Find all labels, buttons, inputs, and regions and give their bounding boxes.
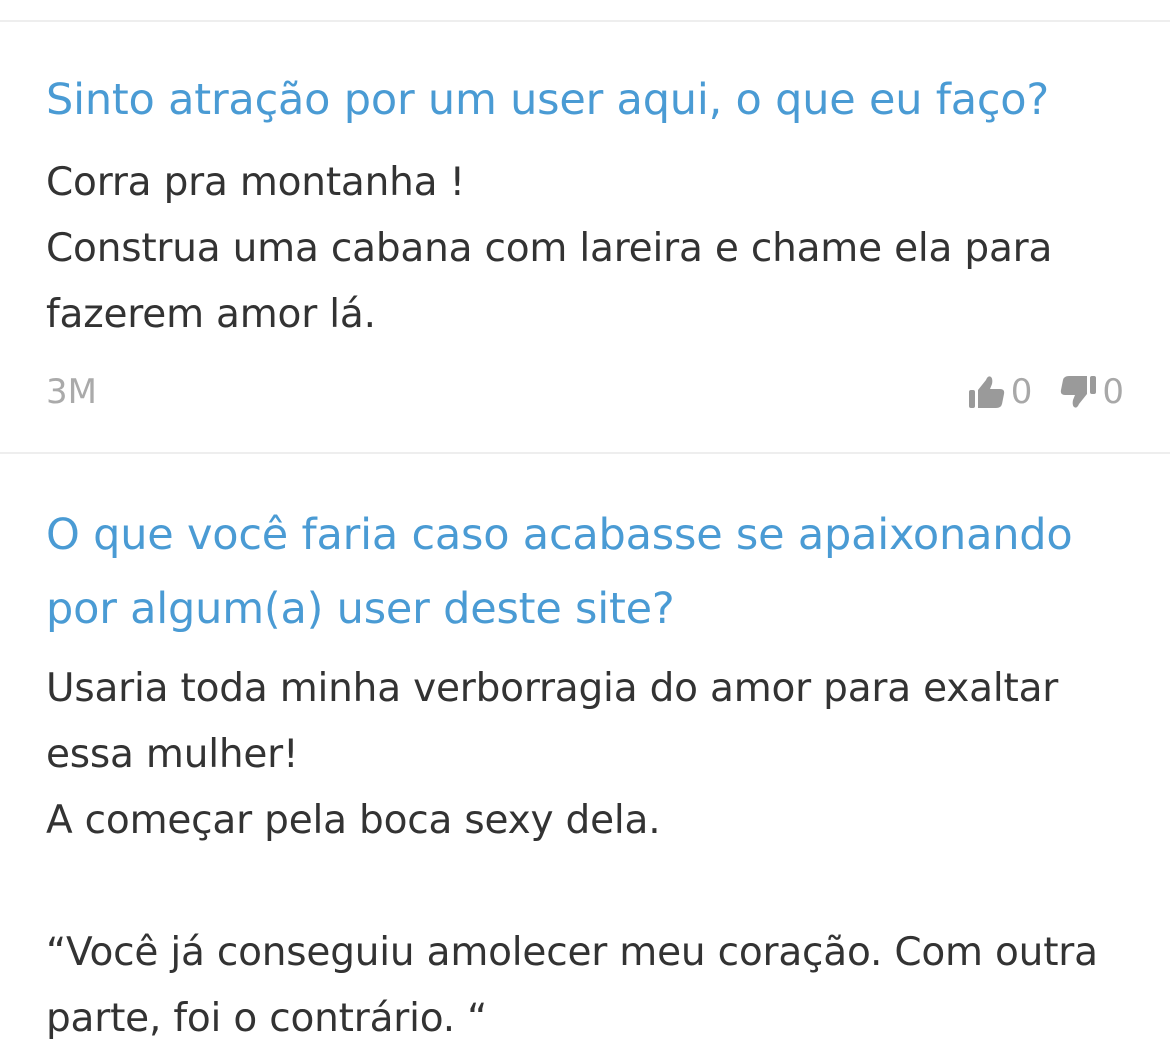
vote-controls: 0 0 [967,372,1124,412]
like-button[interactable]: 0 [967,372,1033,412]
thumbs-down-icon [1058,372,1098,412]
post-card: O que você faria caso acabasse se apaixo… [0,454,1170,1052]
post-meta: 3M 0 0 [46,362,1124,422]
post-answer-text: Usaria toda minha verborragia do amor pa… [46,666,1098,1041]
dislike-button[interactable]: 0 [1058,372,1124,412]
post-answer-text: Corra pra montanha ! Construa uma cabana… [46,160,1053,337]
post-card: Sinto atração por um user aqui, o que eu… [0,22,1170,422]
post-title[interactable]: O que você faria caso acabasse se apaixo… [46,454,1124,646]
post-title[interactable]: Sinto atração por um user aqui, o que eu… [46,22,1124,122]
dislike-count: 0 [1102,372,1124,412]
like-count: 0 [1010,372,1033,412]
post-timestamp: 3M [46,372,97,412]
thumbs-up-icon [967,372,1007,412]
answers-feed: Sinto atração por um user aqui, o que eu… [0,0,1170,1058]
